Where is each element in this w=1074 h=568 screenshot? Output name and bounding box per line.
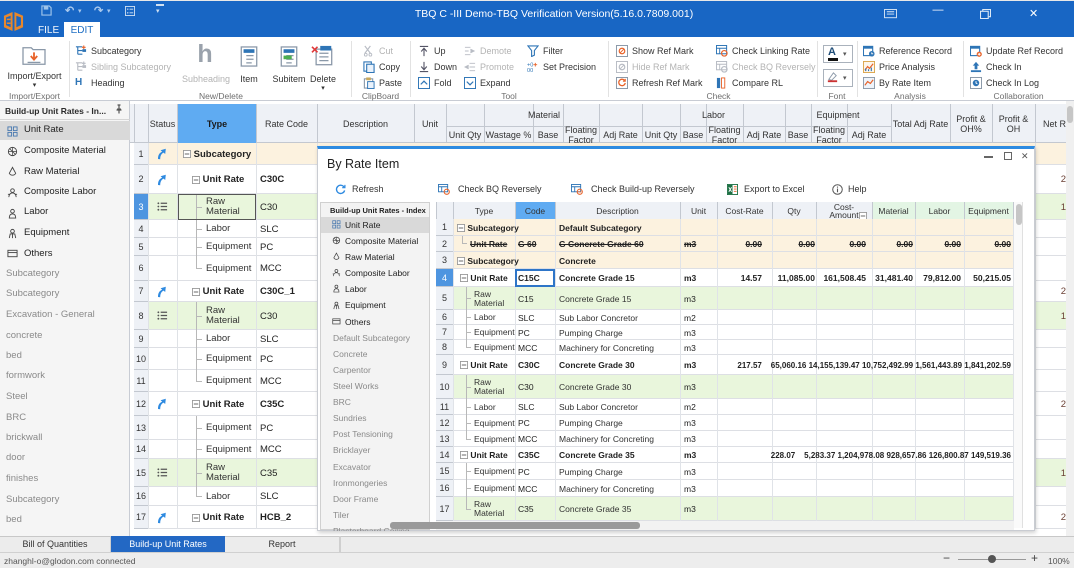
svg-text:00: 00 <box>527 68 533 73</box>
